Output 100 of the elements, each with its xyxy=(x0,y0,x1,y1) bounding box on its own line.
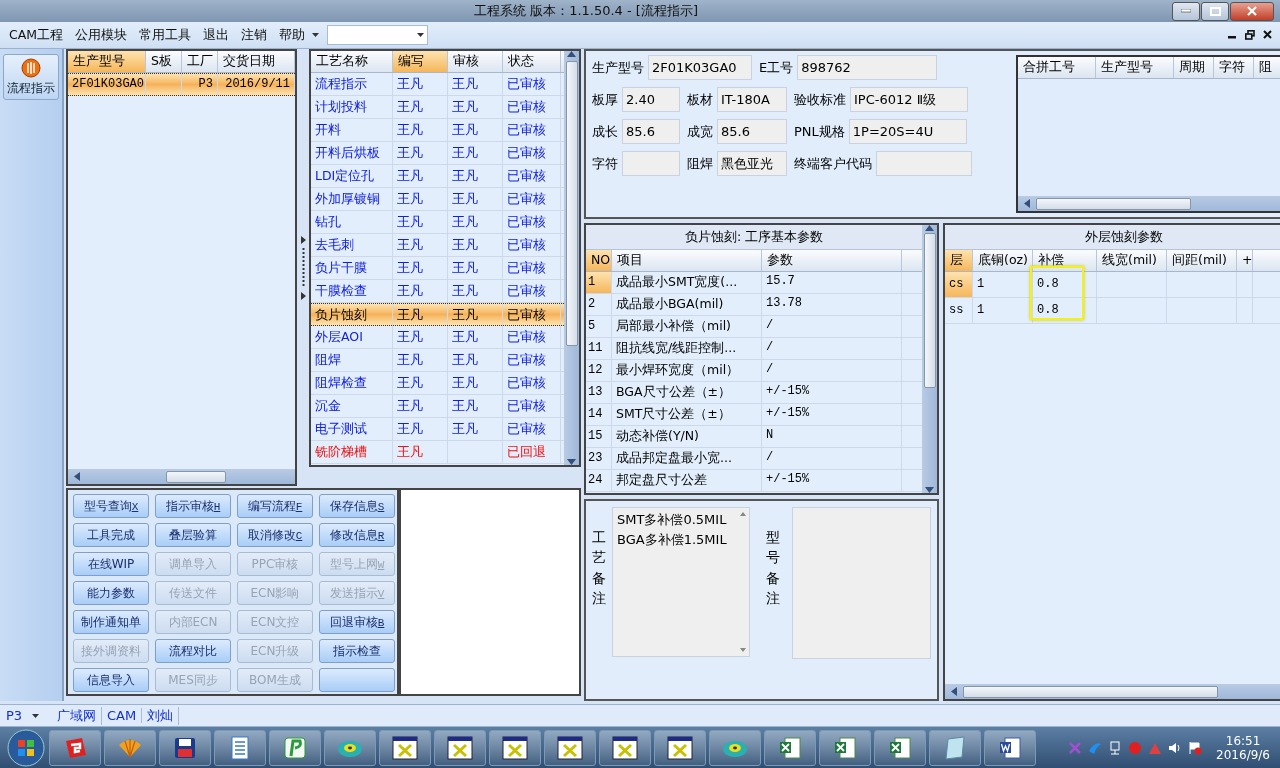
maximize-button[interactable] xyxy=(1201,1,1229,21)
factory-dropdown[interactable]: P3 xyxy=(0,708,52,723)
taskbar-button[interactable] xyxy=(654,730,706,766)
action-button[interactable]: 叠层验算 xyxy=(155,523,231,547)
text-field[interactable]: 1P=20S=4U xyxy=(848,119,967,144)
table-row[interactable]: ss 1 0.8 xyxy=(945,298,1280,324)
table-row[interactable]: 2 成品最小BGA(mil) 13.78 xyxy=(586,294,922,316)
left-arrow-icon[interactable] xyxy=(951,687,957,696)
table-row[interactable]: 2F01K03GA0 P3 2016/9/11 xyxy=(68,73,295,96)
flag-icon[interactable] xyxy=(1188,741,1203,755)
column-header[interactable]: 工厂 xyxy=(182,51,218,72)
taskbar-button[interactable] xyxy=(379,730,431,766)
action-button[interactable]: 保存信息S xyxy=(319,494,395,518)
column-header[interactable]: 间距(mil) xyxy=(1167,250,1237,271)
column-header[interactable]: 阻 xyxy=(1254,57,1280,78)
taskbar-button[interactable] xyxy=(764,730,816,766)
table-row[interactable]: 阻焊检查 王凡 王凡 已审核 xyxy=(311,372,564,395)
right-arrow-icon[interactable] xyxy=(300,291,306,300)
column-header[interactable]: 层 xyxy=(945,250,973,271)
text-field[interactable]: IT-180A xyxy=(717,87,787,112)
close-button[interactable] xyxy=(1230,1,1274,21)
right-arrow-icon[interactable] xyxy=(300,235,306,244)
table-row[interactable]: 沉金 王凡 王凡 已审核 xyxy=(311,395,564,418)
text-field[interactable]: 85.6 xyxy=(717,119,787,144)
scrollbar[interactable] xyxy=(945,684,1280,699)
caret-icon[interactable] xyxy=(32,713,40,718)
taskbar-button[interactable] xyxy=(984,730,1036,766)
column-header[interactable]: S板 xyxy=(146,51,182,72)
column-header[interactable]: 底铜(oz) xyxy=(973,250,1033,271)
column-header[interactable]: 字符 xyxy=(1214,57,1254,78)
start-button[interactable] xyxy=(6,728,46,768)
restore-icon[interactable] xyxy=(1245,30,1255,40)
table-row[interactable]: 13 BGA尺寸公差（±） +/-15% xyxy=(586,382,922,404)
dropdown-arrow-icon[interactable] xyxy=(312,33,320,37)
action-button[interactable]: 流程对比 xyxy=(155,639,231,663)
taskbar-button[interactable] xyxy=(874,730,926,766)
text-area[interactable]: SMT多补偿0.5MIL BGA多补偿1.5MIL xyxy=(612,507,750,657)
table-row[interactable]: 15 动态补偿(Y/N) N xyxy=(586,426,922,448)
action-button[interactable]: 修改信息R xyxy=(319,523,395,547)
process-button[interactable]: 流程指示 xyxy=(3,54,59,100)
taskbar-button[interactable] xyxy=(49,730,101,766)
menu-item[interactable]: 帮助 xyxy=(274,24,311,46)
text-field[interactable] xyxy=(876,151,972,176)
table-row[interactable]: 阻焊 王凡 王凡 已审核 xyxy=(311,349,564,372)
scrollbar-thumb[interactable] xyxy=(166,470,226,483)
table-row[interactable]: 11 阻抗线宽/线距控制... / xyxy=(586,338,922,360)
action-button[interactable]: 能力参数 xyxy=(73,581,149,605)
table-row[interactable]: 外层AOI 王凡 王凡 已审核 xyxy=(311,326,564,349)
down-arrow-icon[interactable] xyxy=(925,487,934,493)
column-header[interactable]: 项目 xyxy=(612,250,762,271)
table-row[interactable]: 开料 王凡 王凡 已审核 xyxy=(311,119,564,142)
table-row[interactable]: 铣阶梯槽 王凡 已回退 xyxy=(311,441,564,464)
close-icon[interactable] xyxy=(1263,30,1272,39)
left-arrow-icon[interactable] xyxy=(74,472,80,481)
table-row[interactable]: 14 SMT尺寸公差（±） +/-15% xyxy=(586,404,922,426)
down-arrow-icon[interactable] xyxy=(567,459,576,465)
caret-icon[interactable] xyxy=(417,33,425,37)
left-arrow-icon[interactable] xyxy=(1024,199,1030,208)
table-row[interactable]: 开料后烘板 王凡 王凡 已审核 xyxy=(311,142,564,165)
action-button[interactable]: 取消修改C xyxy=(237,523,313,547)
taskbar-button[interactable] xyxy=(269,730,321,766)
menu-item[interactable]: 注销 xyxy=(236,24,273,46)
action-button[interactable]: 型号查询X xyxy=(73,494,149,518)
table-row[interactable]: 负片蚀刻 王凡 王凡 已审核 xyxy=(311,303,564,326)
table-row[interactable]: 23 成品邦定盘最小宽... / xyxy=(586,448,922,470)
table-row[interactable]: 12 最小焊环宽度（mil） / xyxy=(586,360,922,382)
action-button[interactable]: 信息导入 xyxy=(73,668,149,692)
up-arrow-icon[interactable] xyxy=(925,225,934,231)
action-button[interactable]: 在线WIP xyxy=(73,552,149,576)
table-row[interactable]: LDI定位孔 王凡 王凡 已审核 xyxy=(311,165,564,188)
taskbar-button[interactable] xyxy=(819,730,871,766)
text-field[interactable]: 2F01K03GA0 xyxy=(648,55,752,80)
table-row[interactable]: 24 邦定盘尺寸公差 +/-15% xyxy=(586,470,922,492)
table-row[interactable]: 1 成品最小SMT宽度(... 15.7 xyxy=(586,272,922,294)
scrollbar-thumb[interactable] xyxy=(1036,197,1191,210)
action-button[interactable]: 编写流程F xyxy=(237,494,313,518)
table-row[interactable]: 去毛刺 王凡 王凡 已审核 xyxy=(311,234,564,257)
menu-item[interactable]: 公用模块 xyxy=(70,24,133,46)
speaker-icon[interactable] xyxy=(1168,741,1183,755)
scrollbar[interactable] xyxy=(564,51,579,465)
column-header[interactable]: 合拼工号 xyxy=(1018,57,1096,78)
scrollbar-thumb[interactable] xyxy=(963,685,1218,698)
text-field[interactable]: IPC-6012 Ⅱ级 xyxy=(850,87,968,112)
taskbar-button[interactable] xyxy=(434,730,486,766)
action-button[interactable]: 指示审核H xyxy=(155,494,231,518)
text-field[interactable]: 2.40 xyxy=(622,87,680,112)
table-row[interactable]: 计划投料 王凡 王凡 已审核 xyxy=(311,96,564,119)
text-field[interactable]: 85.6 xyxy=(622,119,680,144)
table-row[interactable]: cs 1 0.8 xyxy=(945,272,1280,298)
menu-item[interactable]: 常用工具 xyxy=(134,24,197,46)
column-header[interactable]: 审核 xyxy=(448,51,503,72)
column-header[interactable]: 交货日期 xyxy=(218,51,295,72)
text-field[interactable]: 898762 xyxy=(797,55,938,80)
scrollbar[interactable] xyxy=(1018,196,1280,211)
dropdown-field[interactable] xyxy=(327,25,429,45)
taskbar-button[interactable] xyxy=(599,730,651,766)
table-row[interactable]: 流程指示 王凡 王凡 已审核 xyxy=(311,73,564,96)
taskbar-button[interactable] xyxy=(159,730,211,766)
column-header[interactable]: 补偿 xyxy=(1033,250,1097,271)
menu-item[interactable]: CAM工程 xyxy=(4,24,69,46)
